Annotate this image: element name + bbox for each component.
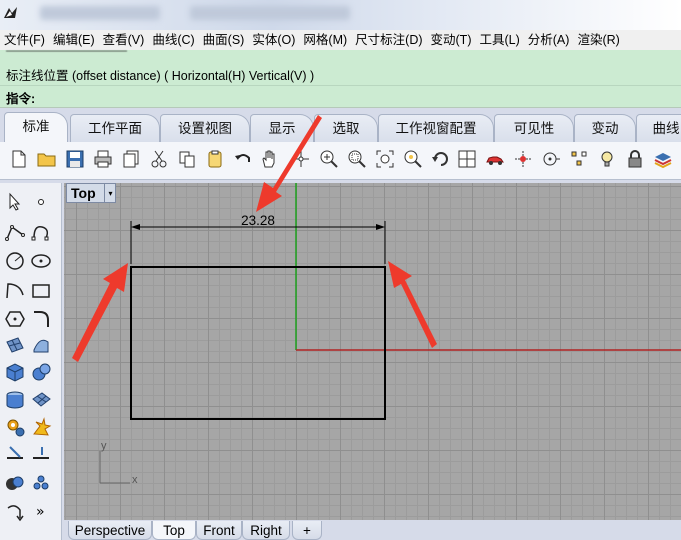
tab-transform[interactable]: 变动 (574, 114, 636, 142)
mesh-icon[interactable] (29, 388, 53, 412)
point-icon[interactable] (29, 190, 53, 214)
tab-cplanes[interactable]: 工作平面 (70, 114, 160, 142)
more-tools-icon[interactable]: » (29, 499, 53, 523)
command-area: ——————————— 标注线位置 (offset distance) ( Ho… (0, 45, 681, 108)
boolean-union-icon[interactable] (3, 471, 27, 495)
tab-curve-tools[interactable]: 曲线 (636, 114, 681, 142)
tool-palette: » (0, 183, 62, 540)
car-icon[interactable] (484, 148, 506, 170)
tab-viewport-layout[interactable]: 工作视窗配置 (378, 114, 494, 142)
tab-visibility[interactable]: 可见性 (494, 114, 574, 142)
add-viewport-tab[interactable]: + (292, 521, 322, 540)
arc-icon[interactable] (3, 279, 27, 303)
pan-icon[interactable] (258, 148, 280, 170)
top-viewport[interactable]: Top ▾ 23.28 y x (64, 183, 681, 520)
viewport-canvas: 23.28 y x (99, 183, 681, 486)
menu-solid[interactable]: 实体(O) (248, 30, 299, 50)
tab-set-view[interactable]: 设置视图 (160, 114, 250, 142)
menu-analyze[interactable]: 分析(A) (524, 30, 574, 50)
copy-icon[interactable] (176, 148, 198, 170)
tab-top[interactable]: Top (152, 521, 196, 540)
light-icon[interactable] (596, 148, 618, 170)
paste-icon[interactable] (204, 148, 226, 170)
command-history-line: ——————————— (6, 45, 127, 55)
split-icon[interactable] (29, 442, 53, 466)
menu-transform[interactable]: 变动(T) (427, 30, 476, 50)
import-icon[interactable] (120, 148, 142, 170)
rhino-app-icon (4, 7, 17, 18)
layer-icon[interactable] (652, 148, 674, 170)
trim-icon[interactable] (3, 442, 27, 466)
command-divider (0, 85, 681, 86)
dimension-value: 23.28 (241, 213, 275, 228)
standard-toolbar (0, 142, 681, 180)
zoom-icon[interactable] (318, 148, 340, 170)
select-arrow-icon[interactable] (3, 190, 27, 214)
menu-render[interactable]: 渲染(R) (573, 30, 623, 50)
menu-dimension[interactable]: 尺寸标注(D) (351, 30, 426, 50)
tab-front[interactable]: Front (196, 521, 242, 540)
circle-target-icon[interactable] (540, 148, 562, 170)
blurred-title (190, 6, 350, 20)
zoom-window-icon[interactable] (346, 148, 368, 170)
open-icon[interactable] (36, 148, 58, 170)
explode-icon[interactable] (29, 415, 53, 439)
viewport-tabs: Perspective Top Front Right + (64, 520, 681, 540)
sphere-icon[interactable] (29, 360, 53, 384)
menu-mesh[interactable]: 网格(M) (299, 30, 351, 50)
polyline-icon[interactable] (3, 220, 27, 244)
snap-icon[interactable] (512, 148, 534, 170)
rotate-icon[interactable] (430, 148, 452, 170)
tab-perspective[interactable]: Perspective (68, 521, 152, 540)
drawn-rectangle[interactable] (130, 266, 386, 420)
axis-y-label: y (101, 440, 107, 452)
surface-icon[interactable] (3, 333, 27, 357)
zoom-extents-icon[interactable] (374, 148, 396, 170)
svg-text:»: » (36, 504, 45, 520)
undo-icon[interactable] (232, 148, 254, 170)
command-input-label[interactable]: 指令: (6, 88, 35, 107)
points-cluster-icon[interactable] (29, 471, 53, 495)
circle-icon[interactable] (3, 249, 27, 273)
axis-x-label: x (132, 474, 138, 486)
curve-icon[interactable] (29, 220, 53, 244)
four-viewports-icon[interactable] (456, 148, 478, 170)
tab-right[interactable]: Right (242, 521, 290, 540)
menu-curve[interactable]: 曲线(C) (148, 30, 198, 50)
print-icon[interactable] (92, 148, 114, 170)
polygon-icon[interactable] (3, 307, 27, 331)
toolbar-tabs: 标准 工作平面 设置视图 显示 选取 工作视窗配置 可见性 变动 曲线 (0, 110, 681, 142)
hook-arrow-icon[interactable] (3, 499, 27, 523)
loft-surface-icon[interactable] (29, 333, 53, 357)
title-bar (0, 0, 681, 30)
gear-transform-icon[interactable] (3, 415, 27, 439)
cut-icon[interactable] (148, 148, 170, 170)
fillet-curve-icon[interactable] (29, 307, 53, 331)
save-icon[interactable] (64, 148, 86, 170)
menu-surface[interactable]: 曲面(S) (199, 30, 249, 50)
box-icon[interactable] (3, 360, 27, 384)
cylinder-icon[interactable] (3, 388, 27, 412)
world-axes-icon (99, 451, 130, 484)
ellipse-icon[interactable] (29, 249, 53, 273)
zoom-selected-icon[interactable] (402, 148, 424, 170)
tab-display[interactable]: 显示 (250, 114, 314, 142)
tab-select[interactable]: 选取 (314, 114, 378, 142)
rectangle-icon[interactable] (29, 279, 53, 303)
new-icon[interactable] (8, 148, 30, 170)
blurred-title (40, 6, 160, 20)
command-prompt: 标注线位置 (offset distance) ( Horizontal(H) … (6, 69, 315, 83)
menu-tools[interactable]: 工具(L) (475, 30, 523, 50)
rotate-view-icon[interactable] (290, 148, 312, 170)
select-points-icon[interactable] (568, 148, 590, 170)
lock-icon[interactable] (624, 148, 646, 170)
tab-standard[interactable]: 标准 (4, 112, 68, 142)
